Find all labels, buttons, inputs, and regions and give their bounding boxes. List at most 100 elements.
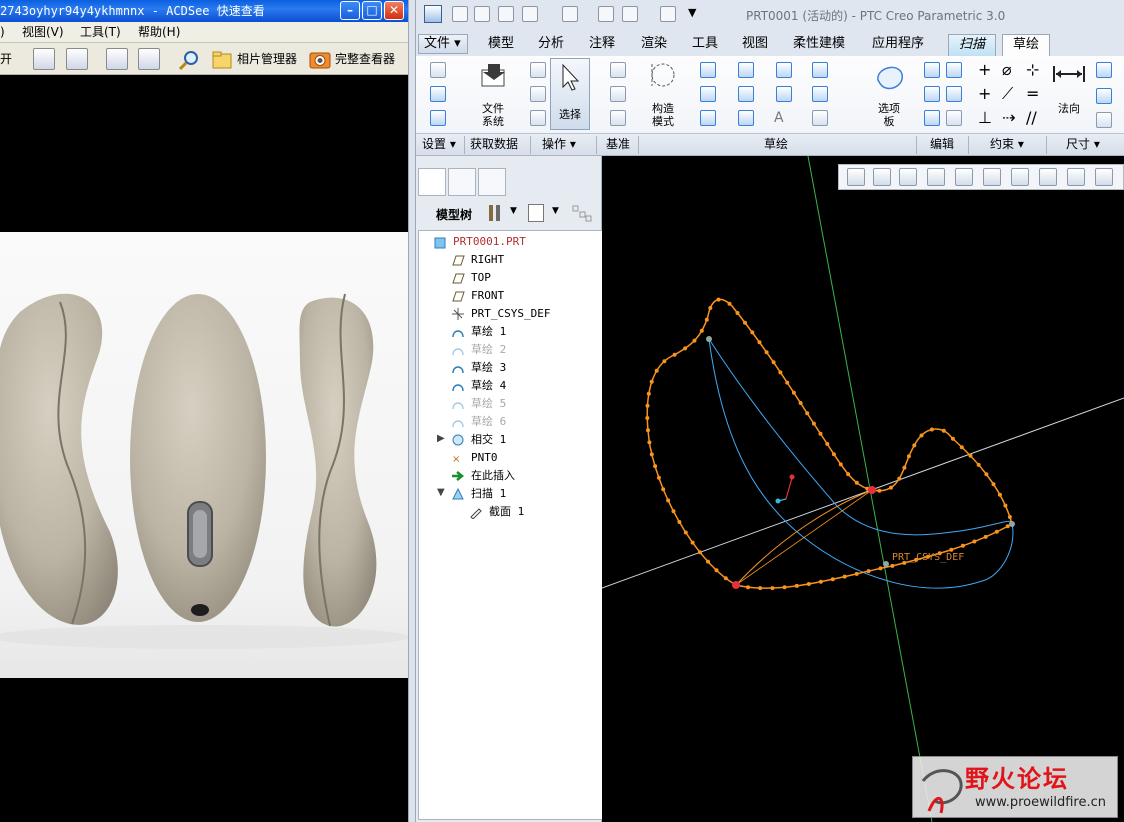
- tab-applications[interactable]: 应用程序: [872, 36, 924, 52]
- tree-item[interactable]: 草绘 6: [419, 413, 603, 431]
- tree-item[interactable]: 在此插入: [419, 467, 603, 485]
- line-icon[interactable]: [700, 62, 716, 78]
- reference-dimension-icon[interactable]: [1096, 112, 1112, 128]
- text-icon[interactable]: A: [774, 110, 784, 126]
- perimeter-icon[interactable]: [1096, 62, 1112, 78]
- mirror-icon[interactable]: [924, 86, 940, 102]
- trajectory-end-point[interactable]: [1009, 521, 1015, 527]
- section-origin-marker[interactable]: [868, 486, 876, 494]
- tree-item[interactable]: ▶ 相交 1: [419, 431, 603, 449]
- redo-icon[interactable]: [562, 6, 578, 22]
- tab-model[interactable]: 模型: [488, 36, 514, 52]
- sketch-view-toolbar-icon[interactable]: [1067, 168, 1085, 186]
- tab-render[interactable]: 渲染: [641, 36, 667, 52]
- csys-origin-point[interactable]: [883, 561, 889, 567]
- sketcher-display-filters-icon[interactable]: [1095, 168, 1113, 186]
- sketch-setup-icon[interactable]: [430, 62, 446, 78]
- menu-file-tail[interactable]: ): [0, 24, 5, 40]
- menu-help[interactable]: 帮助(H): [138, 24, 180, 40]
- midpoint-constraint-icon[interactable]: ⊹: [1026, 60, 1039, 79]
- rectangle-icon[interactable]: [700, 86, 716, 102]
- repaint-icon[interactable]: [927, 168, 945, 186]
- sweep-start-point-marker[interactable]: [732, 581, 740, 589]
- minimize-button[interactable]: –: [340, 1, 360, 20]
- thicken-icon[interactable]: [812, 86, 828, 102]
- group-setup[interactable]: 设置 ▾: [422, 137, 456, 151]
- centerline-icon[interactable]: [610, 62, 626, 78]
- previous-image-icon[interactable]: [33, 48, 55, 70]
- tree-item[interactable]: RIGHT: [419, 251, 603, 269]
- tree-settings-dropdown-icon[interactable]: ▼: [510, 206, 517, 216]
- datum-display-filters-icon[interactable]: [1039, 168, 1057, 186]
- tree-item[interactable]: 草绘 4: [419, 377, 603, 395]
- tree-item[interactable]: PRT_CSYS_DEF: [419, 305, 603, 323]
- chamfer-icon[interactable]: [776, 86, 792, 102]
- expand-arrow-icon[interactable]: ▶: [437, 433, 445, 444]
- photo-manager-icon[interactable]: [211, 49, 233, 71]
- close-button[interactable]: ✕: [384, 1, 404, 20]
- folder-browser-tab-icon[interactable]: [448, 168, 476, 196]
- divide-icon[interactable]: [946, 86, 962, 102]
- show-dropdown-icon[interactable]: ▼: [552, 206, 559, 216]
- point-icon[interactable]: [610, 86, 626, 102]
- tab-tools[interactable]: 工具: [692, 36, 718, 52]
- zoom-out-icon[interactable]: [899, 168, 917, 186]
- vertical-constraint-icon[interactable]: +: [978, 60, 991, 79]
- perpendicular-constraint-icon[interactable]: ⊥: [978, 108, 992, 127]
- graphics-window[interactable]: PRT_CSYS_DEF: [602, 156, 1124, 822]
- sketch-view-icon[interactable]: [430, 110, 446, 126]
- group-sketching[interactable]: 草绘: [764, 137, 788, 151]
- menu-tools[interactable]: 工具(T): [80, 24, 121, 40]
- sketch-canvas[interactable]: PRT_CSYS_DEF: [602, 156, 1124, 822]
- file-system-icon[interactable]: [478, 60, 508, 90]
- corner-icon[interactable]: [946, 110, 962, 126]
- fillet-icon[interactable]: [776, 62, 792, 78]
- display-style-icon[interactable]: [955, 168, 973, 186]
- tab-analysis[interactable]: 分析: [538, 36, 564, 52]
- regenerate-icon[interactable]: [598, 6, 614, 22]
- horizontal-constraint-icon[interactable]: +: [978, 84, 991, 103]
- modify-icon[interactable]: [924, 62, 940, 78]
- tree-item[interactable]: 草绘 1: [419, 323, 603, 341]
- project-icon[interactable]: [812, 110, 828, 126]
- menu-view[interactable]: 视图(V): [22, 24, 64, 40]
- tree-item[interactable]: 草绘 2: [419, 341, 603, 359]
- group-editing[interactable]: 编辑: [930, 137, 954, 151]
- tree-item[interactable]: 草绘 3: [419, 359, 603, 377]
- close-window-icon[interactable]: [660, 6, 676, 22]
- tree-item[interactable]: 截面 1: [419, 503, 603, 521]
- rotate-left-icon[interactable]: [106, 48, 128, 70]
- equal-constraint-icon[interactable]: =: [1026, 84, 1039, 103]
- paste-icon[interactable]: [530, 110, 546, 126]
- delete-segment-icon[interactable]: [946, 62, 962, 78]
- tree-item[interactable]: 草绘 5: [419, 395, 603, 413]
- creo-title-bar[interactable]: ▼ PRT0001 (活动的) - PTC Creo Parametric 3.…: [416, 0, 1124, 30]
- coordinate-system-icon[interactable]: [610, 110, 626, 126]
- group-dimension[interactable]: 尺寸 ▾: [1066, 137, 1100, 151]
- offset-icon[interactable]: [812, 62, 828, 78]
- rotate-resize-icon[interactable]: [924, 110, 940, 126]
- open-file-icon[interactable]: [474, 6, 490, 22]
- trajectory-end-point[interactable]: [706, 336, 712, 342]
- arc-icon[interactable]: [738, 62, 754, 78]
- copy-icon[interactable]: [530, 86, 546, 102]
- rotate-right-icon[interactable]: [138, 48, 160, 70]
- zoom-icon[interactable]: [178, 49, 200, 71]
- group-operations[interactable]: 操作 ▾: [542, 137, 576, 151]
- tree-item[interactable]: FRONT: [419, 287, 603, 305]
- tangent-constraint-icon[interactable]: ⌀: [1002, 60, 1012, 79]
- windows-icon[interactable]: [622, 6, 638, 22]
- symmetric-constraint-icon[interactable]: ⇢: [1002, 108, 1015, 127]
- tree-filter-icon[interactable]: [572, 204, 592, 222]
- save-icon[interactable]: [498, 6, 514, 22]
- group-constrain[interactable]: 约束 ▾: [990, 137, 1024, 151]
- baseline-icon[interactable]: [1096, 88, 1112, 104]
- model-tree-tab-icon[interactable]: [418, 168, 446, 196]
- construction-mode-icon[interactable]: [648, 60, 678, 90]
- new-file-icon[interactable]: [452, 6, 468, 22]
- normal-dimension-icon[interactable]: [1052, 64, 1086, 84]
- tab-file[interactable]: 文件 ▾: [418, 34, 468, 54]
- next-image-icon[interactable]: [66, 48, 88, 70]
- tab-annotate[interactable]: 注释: [589, 36, 615, 52]
- palette-icon[interactable]: [872, 60, 906, 94]
